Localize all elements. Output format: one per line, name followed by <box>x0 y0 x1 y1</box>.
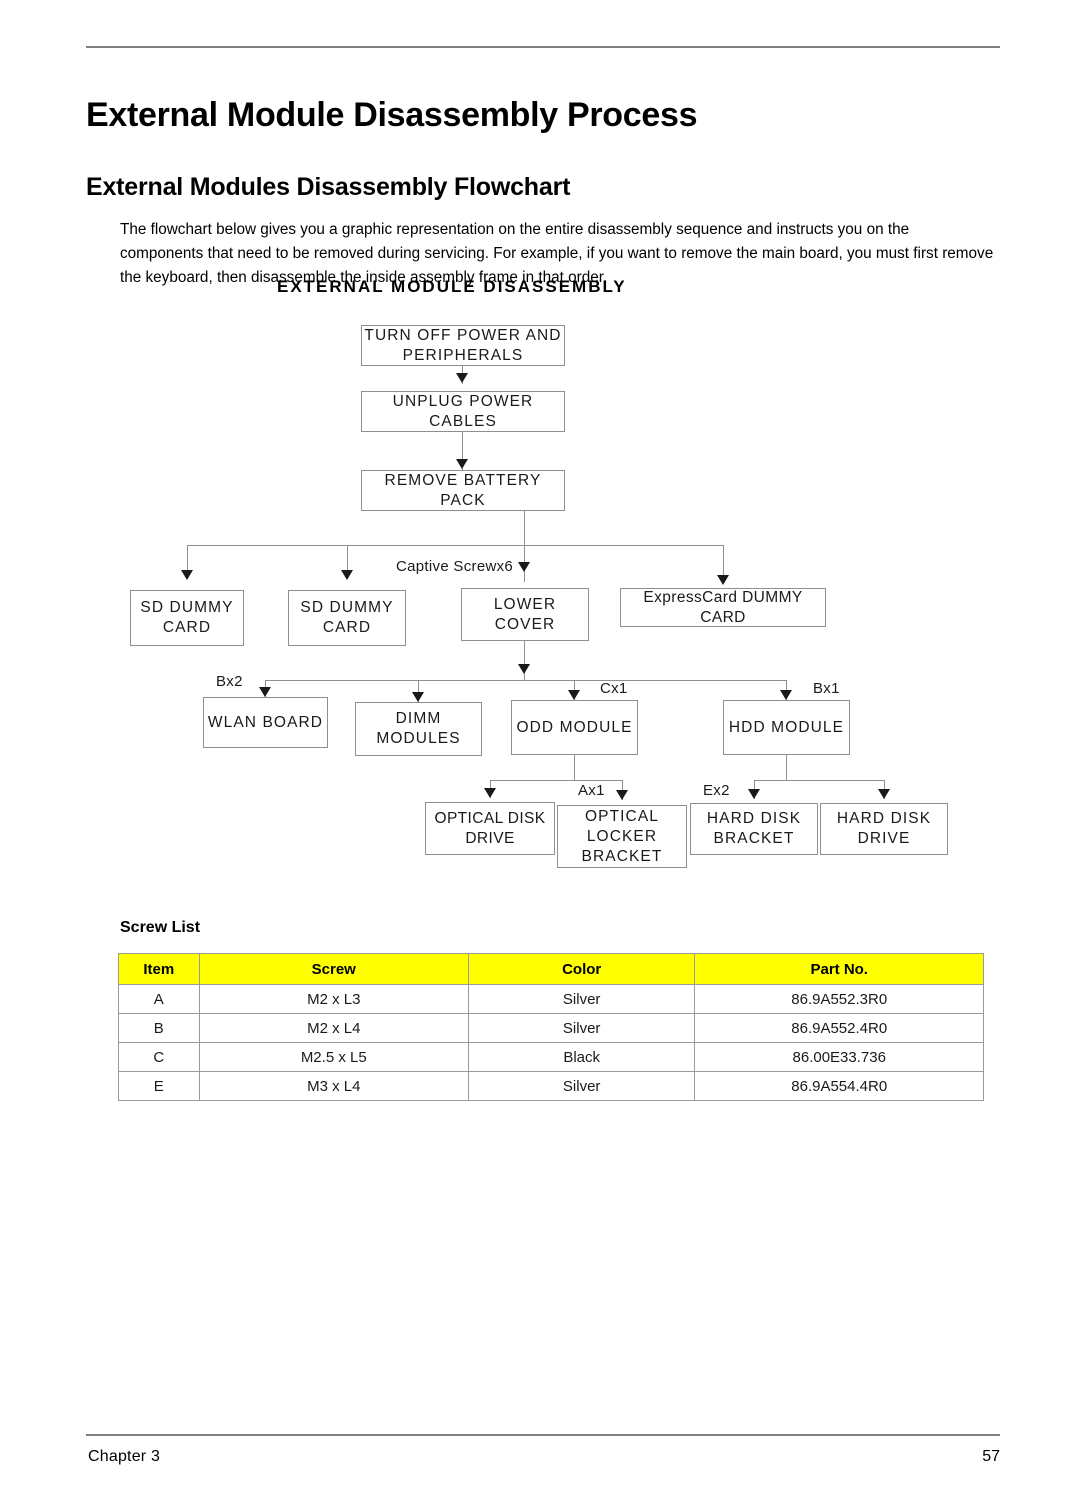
arrow-to-sd-dummy-card-1 <box>181 570 193 580</box>
node-turn-off-power: TURN OFF POWER AND PERIPHERALS <box>361 325 565 366</box>
label-optical-locker-screw: Ax1 <box>578 782 605 799</box>
cell-part-no: 86.9A554.4R0 <box>694 1071 984 1101</box>
page-title: External Module Disassembly Process <box>86 95 698 134</box>
cell-part-no: 86.9A552.3R0 <box>694 984 984 1014</box>
table-row: B M2 x L4 Silver 86.9A552.4R0 <box>118 1013 984 1043</box>
arrow-to-odd-module <box>568 690 580 700</box>
cell-part-no: 86.9A552.4R0 <box>694 1013 984 1043</box>
cell-screw: M2 x L3 <box>198 984 469 1014</box>
connector-drop-hd-bracket <box>754 780 755 799</box>
cell-screw: M2 x L4 <box>198 1013 469 1043</box>
cell-part-no: 86.00E33.736 <box>694 1042 984 1072</box>
node-optical-disk-drive: OPTICAL DISK DRIVE <box>425 802 555 855</box>
connector-unplug-to-battery <box>462 432 463 470</box>
cell-color: Black <box>467 1042 696 1072</box>
node-unplug-power-cables: UNPLUG POWER CABLES <box>361 391 565 432</box>
node-odd-module: ODD MODULE <box>511 700 638 755</box>
node-optical-locker-bracket: OPTICAL LOCKER BRACKET <box>557 805 687 868</box>
screw-list-table: Item Screw Color Part No. A M2 x L3 Silv… <box>118 953 984 1101</box>
node-expresscard-dummy-card: ExpressCard DUMMY CARD <box>620 588 826 627</box>
table-row: A M2 x L3 Silver 86.9A552.3R0 <box>118 984 984 1014</box>
column-header-part-no: Part No. <box>694 953 984 985</box>
arrow-to-optical-disk-drive <box>484 788 496 798</box>
label-wlan-screw: Bx2 <box>216 673 243 690</box>
arrow-to-hard-disk-bracket <box>748 789 760 799</box>
label-captive-screw: Captive Screwx6 <box>396 558 514 575</box>
arrow-to-wlan-board <box>259 687 271 697</box>
connector-harddisk-bus <box>754 780 884 781</box>
connector-drop-odd <box>574 680 575 701</box>
cell-color: Silver <box>467 1071 696 1101</box>
connector-row3-bus <box>265 680 786 681</box>
connector-battery-down <box>524 511 525 545</box>
connector-drop-sd1 <box>187 545 188 578</box>
arrow-to-optical-locker-bracket <box>616 790 628 800</box>
connector-odd-down <box>574 755 575 780</box>
cell-screw: M3 x L4 <box>198 1071 469 1101</box>
table-row: E M3 x L4 Silver 86.9A554.4R0 <box>118 1071 984 1101</box>
cell-item: C <box>118 1042 200 1072</box>
connector-drop-lower-cover <box>524 545 525 582</box>
node-sd-dummy-card-1: SD DUMMY CARD <box>130 590 244 646</box>
label-hard-disk-screw: Ex2 <box>703 782 730 799</box>
connector-drop-wlan <box>265 680 266 698</box>
connector-drop-hd-drive <box>884 780 885 799</box>
arrow-to-expresscard-dummy <box>717 575 729 585</box>
section-title: External Modules Disassembly Flowchart <box>86 172 571 201</box>
connector-lower-cover-down <box>524 641 525 680</box>
arrow-lower-cover-down <box>518 664 530 674</box>
node-dimm-modules: DIMM MODULES <box>355 702 482 756</box>
label-odd-screw: Cx1 <box>600 680 628 697</box>
arrow-to-unplug-power <box>456 373 468 383</box>
footer-chapter: Chapter 3 <box>88 1448 161 1465</box>
connector-drop-optical-drive <box>490 780 491 798</box>
arrow-to-lower-cover <box>518 562 530 572</box>
column-header-color: Color <box>467 953 696 985</box>
arrow-to-remove-battery <box>456 459 468 469</box>
cell-screw: M2.5 x L5 <box>198 1042 469 1072</box>
connector-power-to-unplug <box>462 366 463 384</box>
connector-optical-bus <box>490 780 623 781</box>
document-page: External Module Disassembly Process Exte… <box>0 0 1080 1512</box>
cell-item: B <box>118 1013 200 1043</box>
arrow-to-dimm-modules <box>412 692 424 702</box>
label-hdd-screw: Bx1 <box>813 680 840 697</box>
arrow-to-hard-disk-drive <box>878 789 890 799</box>
screw-list-title: Screw List <box>120 919 201 936</box>
cell-color: Silver <box>467 984 696 1014</box>
table-header-row: Item Screw Color Part No. <box>118 953 984 985</box>
cell-item: E <box>118 1071 200 1101</box>
node-hard-disk-bracket: HARD DISK BRACKET <box>690 803 818 855</box>
connector-drop-dimm <box>418 680 419 703</box>
header-rule <box>86 46 1000 48</box>
connector-drop-optical-locker <box>622 780 623 800</box>
arrow-to-hdd-module <box>780 690 792 700</box>
node-remove-battery-pack: REMOVE BATTERY PACK <box>361 470 565 511</box>
node-hdd-module: HDD MODULE <box>723 700 850 755</box>
connector-drop-hdd <box>786 680 787 701</box>
connector-hdd-down <box>786 755 787 780</box>
node-sd-dummy-card-2: SD DUMMY CARD <box>288 590 406 646</box>
connector-drop-sd2 <box>347 545 348 578</box>
intro-paragraph: The flowchart below gives you a graphic … <box>120 221 994 287</box>
column-header-item: Item <box>118 953 200 985</box>
table-row: C M2.5 x L5 Black 86.00E33.736 <box>118 1042 984 1072</box>
footer-rule <box>86 1434 1000 1436</box>
connector-drop-expresscard <box>723 545 724 583</box>
node-hard-disk-drive: HARD DISK DRIVE <box>820 803 948 855</box>
node-lower-cover: LOWER COVER <box>461 588 589 641</box>
cell-item: A <box>118 984 200 1014</box>
cell-color: Silver <box>467 1013 696 1043</box>
footer-page-number: 57 <box>982 1448 1000 1465</box>
arrow-to-sd-dummy-card-2 <box>341 570 353 580</box>
column-header-screw: Screw <box>198 953 469 985</box>
node-wlan-board: WLAN BOARD <box>203 697 328 748</box>
connector-branch-bus <box>187 545 723 546</box>
